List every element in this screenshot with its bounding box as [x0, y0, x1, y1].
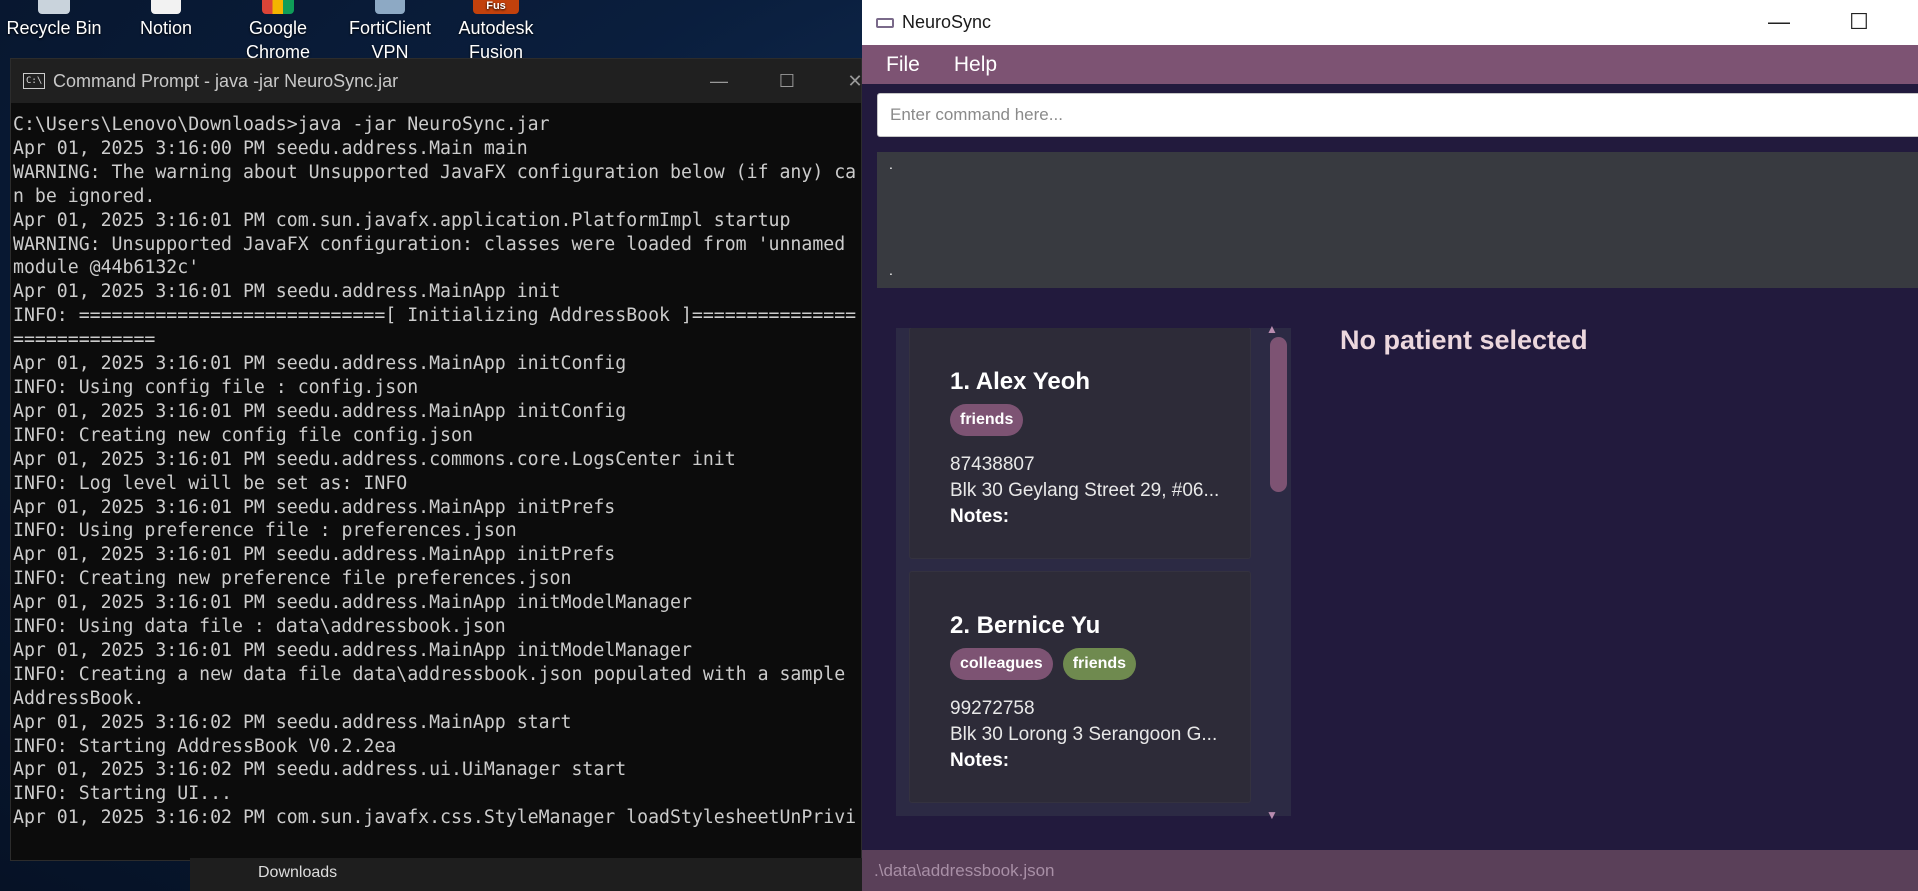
cmd-line: INFO: ============================[ Init…: [13, 305, 857, 327]
cmd-line: Apr 01, 2025 3:16:01 PM seedu.address.Ma…: [13, 400, 627, 422]
cmd-line: Apr 01, 2025 3:16:01 PM seedu.address.co…: [13, 448, 736, 470]
cmd-line: INFO: Log level will be set as: INFO: [13, 472, 408, 494]
scroll-down-icon[interactable]: ▼: [1266, 808, 1278, 822]
person-phone: 87438807: [950, 454, 1035, 475]
cmd-line: INFO: Starting AddressBook V0.2.2ea: [13, 735, 397, 757]
cmd-line: Apr 01, 2025 3:16:01 PM seedu.address.Ma…: [13, 496, 616, 518]
close-icon[interactable]: ✕: [1902, 0, 1918, 45]
tag-list: friends: [950, 404, 1024, 436]
status-bar: .\data\addressbook.json: [862, 850, 1918, 891]
cmd-line: Apr 01, 2025 3:16:02 PM seedu.address.Ma…: [13, 711, 572, 733]
cmd-line: n be ignored.: [13, 185, 156, 207]
cmd-line: Apr 01, 2025 3:16:00 PM seedu.address.Ma…: [13, 137, 528, 159]
minimize-icon[interactable]: —: [685, 59, 753, 103]
desktop-icon-notion[interactable]: Notion: [116, 0, 216, 40]
cmd-line: Apr 01, 2025 3:16:01 PM seedu.address.Ma…: [13, 281, 561, 303]
cmd-output: C:\Users\Lenovo\Downloads>java -jar Neur…: [11, 103, 861, 830]
cmd-line: WARNING: The warning about Unsupported J…: [13, 161, 857, 183]
fusion-icon: Fus: [473, 0, 519, 14]
cmd-line: Apr 01, 2025 3:16:01 PM seedu.address.Ma…: [13, 592, 692, 614]
cmd-line: Apr 01, 2025 3:16:02 PM seedu.address.ui…: [13, 759, 627, 781]
cmd-line: Apr 01, 2025 3:16:01 PM seedu.address.Ma…: [13, 544, 616, 566]
downloads-label[interactable]: Downloads: [258, 864, 337, 882]
person-name: 2. Bernice Yu: [950, 612, 1101, 639]
maximize-icon[interactable]: ☐: [753, 59, 821, 103]
cmd-line: INFO: Using config file : config.json: [13, 376, 419, 398]
close-icon[interactable]: ✕: [821, 59, 861, 103]
cmd-line: Apr 01, 2025 3:16:02 PM com.sun.javafx.c…: [13, 807, 857, 829]
result-text-top: .: [889, 156, 893, 172]
cmd-line: INFO: Creating new config file config.js…: [13, 424, 473, 446]
menu-file[interactable]: File: [886, 53, 920, 77]
cmd-line: INFO: Using preference file : preference…: [13, 520, 517, 542]
chrome-icon: [262, 0, 294, 14]
cmd-line: Apr 01, 2025 3:16:01 PM seedu.address.Ma…: [13, 353, 627, 375]
desktop-icon-forticlient[interactable]: FortiClient VPN: [340, 0, 440, 64]
result-display: . .: [877, 152, 1918, 288]
explorer-strip: Downloads: [190, 858, 862, 891]
tag-list: colleagues friends: [950, 648, 1137, 680]
tag: friends: [1062, 648, 1137, 680]
app-icon: [876, 17, 894, 28]
cmd-line: WARNING: Unsupported JavaFX configuratio…: [13, 233, 846, 255]
app-title-bar[interactable]: NeuroSync — ☐ ✕: [862, 0, 1918, 45]
list-scrollbar-thumb[interactable]: [1270, 337, 1287, 492]
cmd-title-text: Command Prompt - java -jar NeuroSync.jar: [53, 70, 399, 91]
person-card[interactable]: 2. Bernice Yu colleagues friends 9927275…: [910, 572, 1250, 802]
cmd-line: INFO: Using data file : data\addressbook…: [13, 616, 506, 638]
minimize-icon[interactable]: —: [1744, 0, 1814, 45]
desktop-icon-fusion[interactable]: Fus Autodesk Fusion: [446, 0, 546, 64]
neurosync-window[interactable]: NeuroSync — ☐ ✕ File Help Enter command …: [862, 0, 1918, 891]
tag: colleagues: [950, 648, 1053, 680]
person-list[interactable]: 1. Alex Yeoh friends 87438807 Blk 30 Gey…: [896, 328, 1291, 816]
cmd-line: INFO: Creating a new data file data\addr…: [13, 663, 846, 685]
cmd-line: AddressBook.: [13, 687, 145, 709]
cmd-line: Apr 01, 2025 3:16:01 PM com.sun.javafx.a…: [13, 209, 791, 231]
maximize-icon[interactable]: ☐: [1824, 0, 1894, 45]
cmd-line: INFO: Creating new preference file prefe…: [13, 568, 572, 590]
forticlient-icon: [375, 0, 405, 14]
person-notes-label: Notes:: [950, 506, 1010, 527]
command-prompt-window[interactable]: C:\ Command Prompt - java -jar NeuroSync…: [10, 58, 862, 861]
app-title-text: NeuroSync: [902, 12, 992, 32]
cmd-line: =============: [13, 329, 156, 351]
detail-placeholder: No patient selected: [1340, 325, 1588, 355]
person-name: 1. Alex Yeoh: [950, 368, 1091, 395]
scroll-up-icon[interactable]: ▲: [1266, 322, 1278, 336]
recycle-bin-icon: [38, 0, 70, 14]
menu-help[interactable]: Help: [954, 53, 997, 77]
result-text-bottom: .: [889, 262, 893, 278]
cmd-line: C:\Users\Lenovo\Downloads>java -jar Neur…: [13, 114, 550, 135]
desktop-icon-recycle-bin[interactable]: Recycle Bin: [4, 0, 104, 40]
cmd-line: Apr 01, 2025 3:16:01 PM seedu.address.Ma…: [13, 639, 692, 661]
cmd-icon: C:\: [23, 73, 45, 89]
desktop-icon-chrome[interactable]: Google Chrome: [228, 0, 328, 64]
person-card[interactable]: 1. Alex Yeoh friends 87438807 Blk 30 Gey…: [910, 328, 1250, 558]
notion-icon: [151, 0, 181, 14]
menu-bar: File Help: [862, 45, 1918, 84]
cmd-line: module @44b6132c': [13, 257, 200, 279]
command-input[interactable]: Enter command here...: [877, 93, 1918, 137]
person-phone: 99272758: [950, 698, 1035, 719]
cmd-title-bar[interactable]: C:\ Command Prompt - java -jar NeuroSync…: [11, 59, 861, 103]
tag: friends: [950, 404, 1024, 436]
person-notes-label: Notes:: [950, 750, 1010, 771]
person-address: Blk 30 Geylang Street 29, #06...: [950, 480, 1220, 501]
cmd-line: INFO: Starting UI...: [13, 783, 232, 805]
person-address: Blk 30 Lorong 3 Serangoon G...: [950, 724, 1218, 745]
